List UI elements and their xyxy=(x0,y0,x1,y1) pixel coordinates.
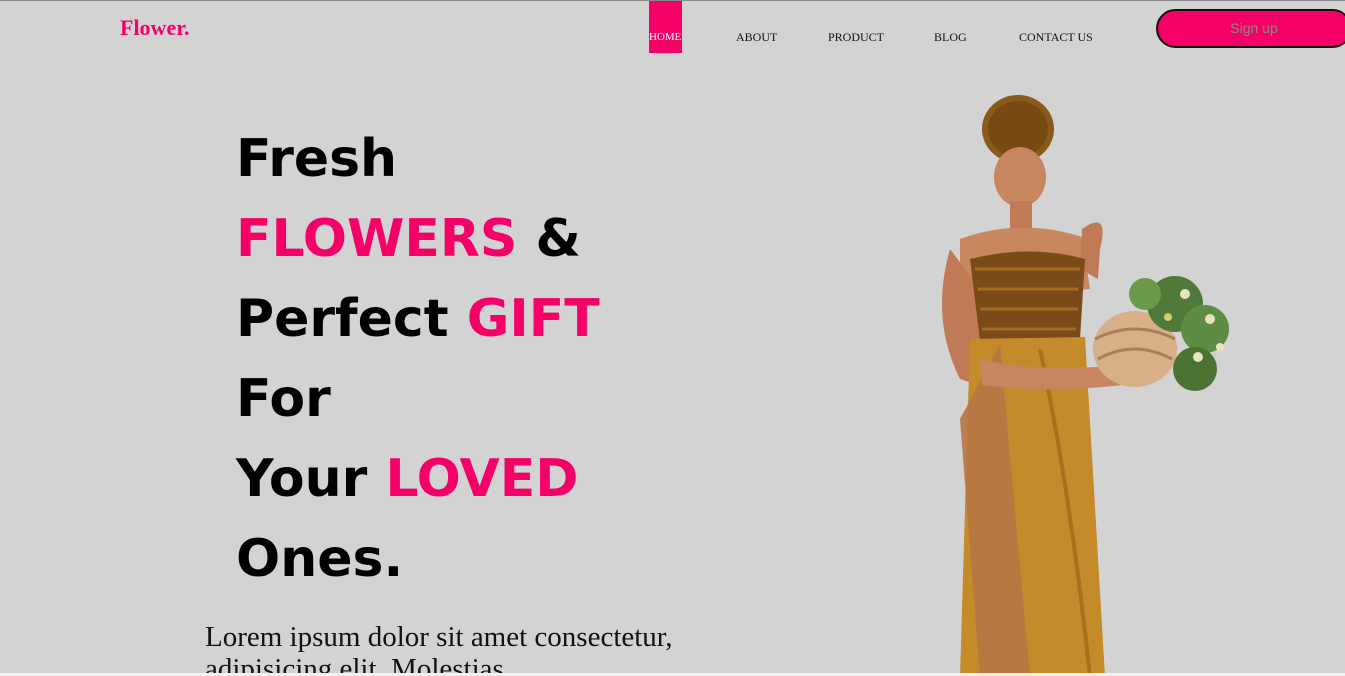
nav-blog[interactable]: BLOG xyxy=(934,1,967,53)
signup-button[interactable]: Sign up xyxy=(1156,9,1345,48)
nav-home[interactable]: HOME xyxy=(649,1,682,53)
nav-product[interactable]: PRODUCT xyxy=(828,1,884,53)
hero-highlight-gift: GIFT xyxy=(466,289,600,349)
hero-line-5: Your LOVED xyxy=(236,439,600,519)
hero-your: Your xyxy=(236,449,386,509)
woman-holding-flower-basket-image xyxy=(942,95,1229,676)
nav-about[interactable]: ABOUT xyxy=(736,1,777,53)
hero-line-6: Ones. xyxy=(236,529,404,589)
hero-heading: Fresh FLOWERS & Perfect GIFT For Your LO… xyxy=(236,119,600,599)
hero-ampersand: & xyxy=(517,209,581,269)
hero-line-3: Perfect GIFT xyxy=(236,279,600,359)
brand-logo[interactable]: Flower. xyxy=(120,15,189,41)
hero-line-4: For xyxy=(236,369,331,429)
hero-line-1: Fresh xyxy=(236,129,398,189)
nav-contact-us[interactable]: CONTACT US xyxy=(1019,1,1093,53)
hero-description: Lorem ipsum dolor sit amet consectetur, … xyxy=(205,621,673,676)
hero-highlight-flowers: FLOWERS xyxy=(236,209,518,269)
hero-highlight-loved: LOVED xyxy=(385,449,579,509)
hero-line-2: FLOWERS & xyxy=(236,199,600,279)
hero-perfect: Perfect xyxy=(236,289,467,349)
